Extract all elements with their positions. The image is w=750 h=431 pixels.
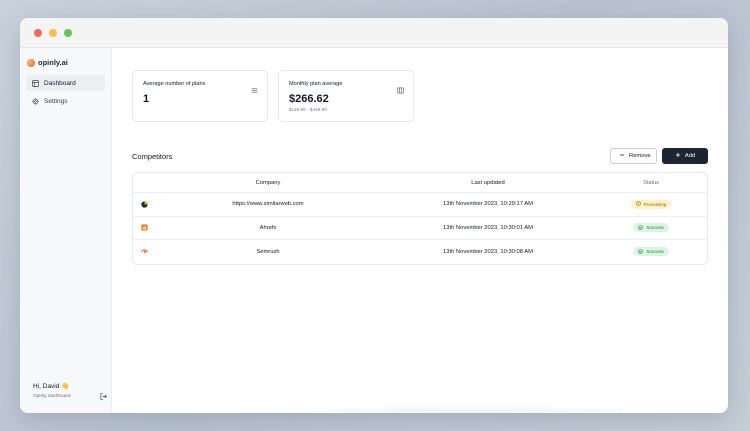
stat-card-label: Average number of plans <box>143 81 206 87</box>
user-greeting: Hi, David 👋 <box>33 383 70 390</box>
list-icon <box>251 81 258 93</box>
main-content: Average number of plans 1 Monthly plan a… <box>112 48 728 413</box>
last-updated-cell: 13th November 2023, 10:29:17 AM <box>443 201 533 208</box>
status-label: Success <box>646 249 664 255</box>
scroll-shadow <box>312 407 622 413</box>
status-cell: Success <box>595 223 707 233</box>
status-badge: Success <box>633 247 669 257</box>
sidebar-item-label: Settings <box>44 97 68 105</box>
remove-button[interactable]: Remove <box>610 148 657 164</box>
add-button-label: Add <box>684 153 696 159</box>
remove-button-label: Remove <box>629 153 651 159</box>
status-badge: Processing <box>630 199 672 209</box>
stat-card-value: 1 <box>143 93 150 105</box>
check-circle-icon <box>638 248 644 255</box>
status-label: Success <box>646 225 664 231</box>
status-badge: Success <box>633 223 669 233</box>
columns-icon <box>397 81 404 94</box>
last-updated-cell: 13th November 2023, 10:30:08 AM <box>443 248 533 255</box>
competitors-header: Competitors Remove Add <box>132 148 708 164</box>
stat-card-value: $266.62 <box>289 93 329 105</box>
check-circle-icon <box>638 224 644 231</box>
clock-icon <box>635 201 641 207</box>
column-header-company[interactable]: Company <box>155 180 381 186</box>
last-updated-cell: 13th November 2023, 10:30:01 AM <box>443 224 533 231</box>
stats-cards: Average number of plans 1 Monthly plan a… <box>132 70 708 122</box>
minimize-window-button[interactable] <box>49 28 57 37</box>
ahrefs-logo-icon: a <box>133 224 155 231</box>
opinly-logo-icon <box>27 58 35 67</box>
brand-logo[interactable]: opinly.ai <box>26 58 105 67</box>
status-cell: Processing <box>595 199 707 209</box>
stat-card-range: $119.90 - $449.90 <box>289 107 327 112</box>
user-subtitle: Opinly dashboard <box>33 394 71 399</box>
company-cell: https://www.similarweb.com <box>232 201 304 208</box>
table-row[interactable]: https://www.similarweb.com 13th November… <box>133 193 707 217</box>
competitors-table: Company Last updated Status https://www.… <box>132 172 708 265</box>
sidebar-item-settings[interactable]: Settings <box>26 93 105 109</box>
company-cell: Ahrefs <box>259 224 277 231</box>
maximize-window-button[interactable] <box>64 28 72 37</box>
user-profile[interactable]: Hi, David 👋 Opinly dashboard <box>33 382 71 399</box>
table-row[interactable]: Semrush 13th November 2023, 10:30:08 AM … <box>133 240 707 264</box>
brand-name: opinly.ai <box>38 58 68 67</box>
table-row[interactable]: a Ahrefs 13th November 2023, 10:30:01 AM… <box>133 217 707 240</box>
stat-card-monthly-average: Monthly plan average $266.62 $119.90 - $… <box>278 70 414 122</box>
minus-icon <box>619 152 625 160</box>
title-bar <box>20 18 728 48</box>
column-header-status[interactable]: Status <box>595 180 707 186</box>
sidebar-item-dashboard[interactable]: Dashboard <box>26 75 105 91</box>
stat-card-label: Monthly plan average <box>289 81 343 87</box>
plus-icon <box>675 152 681 160</box>
close-window-button[interactable] <box>34 28 42 37</box>
sidebar-item-label: Dashboard <box>44 79 76 87</box>
gear-icon <box>32 97 39 105</box>
company-cell: Semrush <box>256 248 280 255</box>
sidebar: opinly.ai Dashboard Settings Hi, David 👋… <box>20 48 112 413</box>
app-window: opinly.ai Dashboard Settings Hi, David 👋… <box>20 18 728 413</box>
column-header-last-updated[interactable]: Last updated <box>381 180 595 186</box>
status-cell: Success <box>595 247 707 257</box>
section-title: Competitors <box>132 151 173 161</box>
dashboard-icon <box>32 79 39 87</box>
status-label: Processing <box>643 201 667 207</box>
add-button[interactable]: Add <box>662 148 708 164</box>
logout-icon[interactable] <box>100 387 107 400</box>
semrush-logo-icon <box>133 248 155 255</box>
stat-card-average-plans: Average number of plans 1 <box>132 70 268 122</box>
similarweb-logo-icon <box>133 201 155 208</box>
table-header: Company Last updated Status <box>133 173 707 193</box>
